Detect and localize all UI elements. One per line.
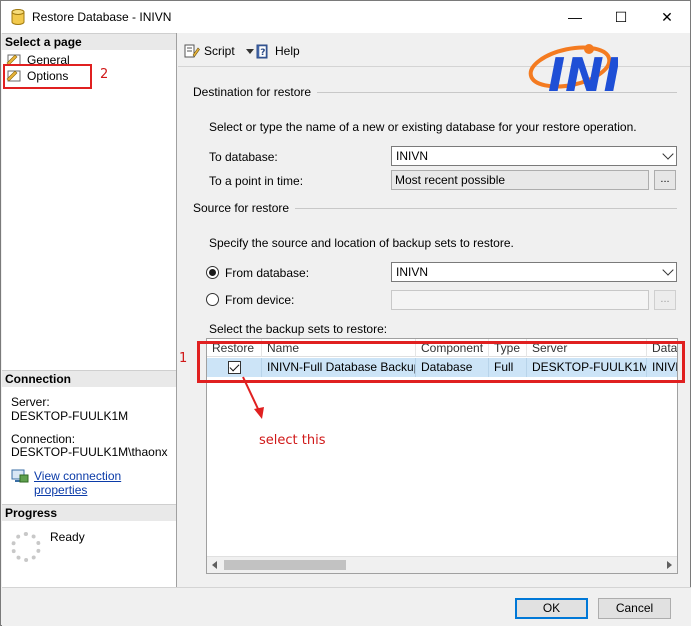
point-in-time-value: Most recent possible: [395, 173, 506, 187]
point-in-time-browse-button[interactable]: ...: [654, 170, 676, 190]
select-page-header: Select a page: [2, 33, 176, 50]
annotation-note: select this: [259, 433, 326, 448]
sidebar: Select a page General Options Connection…: [2, 33, 177, 587]
annotation-number-1: 1: [179, 351, 188, 366]
progress-header: Progress: [2, 504, 176, 521]
scroll-right-icon[interactable]: [667, 561, 672, 569]
maximize-button[interactable]: ☐: [598, 1, 644, 33]
brand-logo: INI: [528, 44, 618, 102]
server-label: Server:: [11, 395, 50, 409]
backup-sets-label: Select the backup sets to restore:: [209, 322, 388, 336]
from-database-value: INIVN: [396, 265, 429, 279]
source-section-title: Source for restore: [193, 201, 296, 215]
view-connection-properties-link[interactable]: View connection properties: [34, 469, 176, 497]
main-panel: Script ? Help INI Destination for restor…: [178, 33, 690, 587]
from-device-label[interactable]: From device:: [225, 293, 294, 307]
script-button[interactable]: Script: [184, 42, 255, 60]
to-database-dropdown[interactable]: INIVN: [391, 146, 677, 166]
from-database-label[interactable]: From database:: [225, 266, 309, 280]
close-button[interactable]: ✕: [644, 1, 690, 33]
restore-database-dialog: Restore Database - INIVN — ☐ ✕ Select a …: [0, 0, 691, 626]
from-device-field: [391, 290, 649, 310]
connection-label: Connection:: [11, 432, 76, 446]
from-database-dropdown[interactable]: INIVN: [391, 262, 677, 282]
from-device-radio[interactable]: [206, 293, 219, 306]
ok-button[interactable]: OK: [515, 598, 588, 619]
svg-text:?: ?: [260, 48, 265, 58]
point-in-time-field: Most recent possible: [391, 170, 649, 190]
progress-status: Ready: [50, 530, 85, 544]
script-label: Script: [204, 44, 235, 58]
dialog-footer: OK Cancel: [2, 587, 691, 626]
from-device-browse-button[interactable]: ...: [654, 290, 676, 310]
database-icon: [11, 9, 25, 25]
chevron-down-icon: [662, 264, 674, 276]
script-icon: [184, 44, 200, 58]
help-label: Help: [275, 44, 300, 58]
to-database-label: To database:: [209, 150, 278, 164]
server-value: DESKTOP-FUULK1M: [11, 409, 129, 423]
from-database-radio[interactable]: [206, 266, 219, 279]
annotation-arrow-icon: [242, 376, 264, 419]
svg-text:INI: INI: [548, 48, 618, 102]
chevron-down-icon[interactable]: [246, 49, 255, 55]
destination-instruction: Select or type the name of a new or exis…: [209, 120, 637, 134]
cancel-button[interactable]: Cancel: [598, 598, 671, 619]
scroll-left-icon[interactable]: [212, 561, 217, 569]
source-instruction: Specify the source and location of backu…: [209, 236, 514, 250]
annotation-number-2: 2: [100, 67, 109, 82]
help-icon: ?: [256, 44, 268, 59]
connection-properties-icon: [11, 469, 29, 483]
annotation-box-options: [3, 64, 92, 89]
title-bar: Restore Database - INIVN — ☐ ✕: [1, 1, 690, 33]
toolbar: Script ? Help INI: [178, 33, 690, 102]
horizontal-scrollbar[interactable]: [207, 556, 677, 573]
to-database-value: INIVN: [396, 149, 429, 163]
point-in-time-label: To a point in time:: [209, 174, 304, 188]
help-button[interactable]: ? Help: [255, 42, 300, 60]
progress-spinner-icon: [11, 532, 41, 562]
scrollbar-thumb[interactable]: [224, 560, 346, 570]
minimize-button[interactable]: —: [552, 1, 598, 33]
chevron-down-icon: [662, 148, 674, 160]
destination-section-title: Destination for restore: [193, 85, 318, 99]
connection-value: DESKTOP-FUULK1M\thaonx: [11, 445, 168, 459]
window-title: Restore Database - INIVN: [32, 10, 172, 24]
connection-header: Connection: [2, 370, 176, 387]
